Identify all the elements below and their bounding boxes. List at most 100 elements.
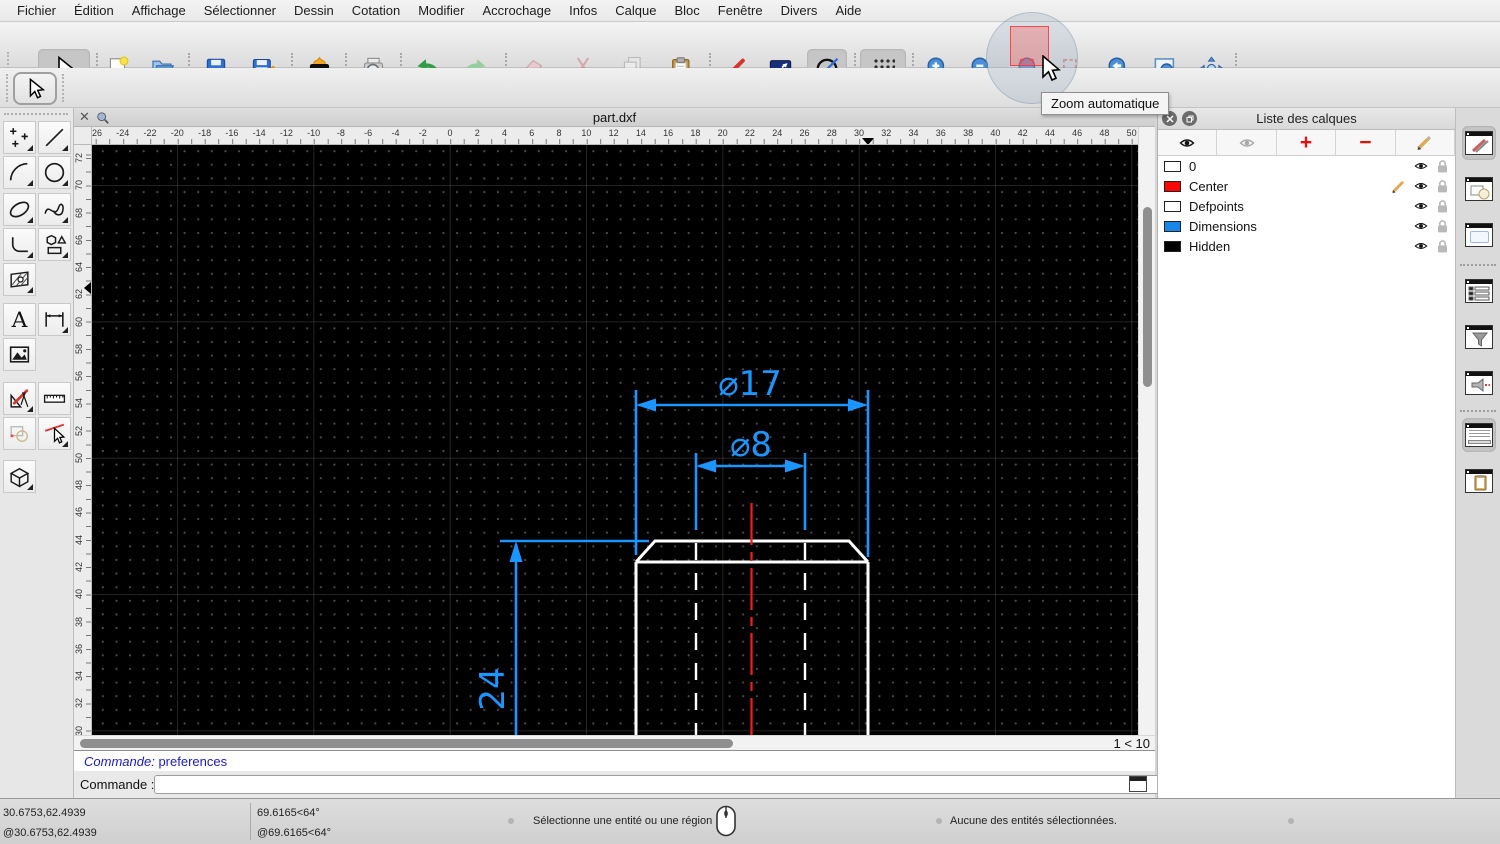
layer-lock-icon[interactable] <box>1436 199 1449 214</box>
layer-visibility-icon[interactable] <box>1413 219 1429 233</box>
dock-filter-icon[interactable] <box>1462 320 1496 354</box>
remove-layer-button[interactable]: − <box>1336 130 1396 155</box>
menu-modifier[interactable]: Modifier <box>409 0 473 22</box>
layer-lock-icon[interactable] <box>1436 239 1449 254</box>
spline-tool-button[interactable] <box>38 193 71 226</box>
h-ruler-number: 24 <box>772 128 783 138</box>
circle-icon <box>44 162 65 183</box>
h-ruler-number: 14 <box>635 128 646 138</box>
h-ruler-number: 40 <box>990 128 1001 138</box>
menu-dessin[interactable]: Dessin <box>285 0 343 22</box>
layer-color-swatch[interactable] <box>1164 160 1181 172</box>
dimension-tool-button[interactable] <box>38 303 71 336</box>
menu-calque[interactable]: Calque <box>606 0 665 22</box>
drawing-canvas[interactable]: ⌀17 ⌀8 24 <box>92 145 1138 735</box>
dock-library-browser-icon[interactable] <box>1462 218 1496 252</box>
layer-row-defpoints[interactable]: Defpoints <box>1158 196 1455 216</box>
h-ruler-number: -20 <box>170 128 184 138</box>
layer-row-0[interactable]: 0 <box>1158 156 1455 176</box>
dock-command-widget-icon[interactable] <box>1462 418 1496 452</box>
dock-separator <box>1460 264 1496 266</box>
layer-visibility-icon[interactable] <box>1413 159 1429 173</box>
add-layer-button[interactable]: + <box>1277 130 1337 155</box>
layer-row-hidden[interactable]: Hidden <box>1158 236 1455 256</box>
abs-polar: 69.6165<64° <box>257 807 320 819</box>
layer-lock-icon[interactable] <box>1436 159 1449 174</box>
cursor-arrow-icon <box>29 77 46 99</box>
layer-lock-icon[interactable] <box>1436 219 1449 234</box>
menu-infos[interactable]: Infos <box>560 0 606 22</box>
vertical-scrollbar-thumb[interactable] <box>1142 207 1152 387</box>
h-ruler-number: 0 <box>447 128 453 138</box>
menu-fichier[interactable]: Fichier <box>8 0 65 22</box>
menu-bloc[interactable]: Bloc <box>665 0 708 22</box>
dock-layer-list-icon[interactable] <box>1462 126 1496 160</box>
dock-pen-palette-icon[interactable] <box>1462 366 1496 400</box>
layer-row-dimensions[interactable]: Dimensions <box>1158 216 1455 236</box>
status-bar: 30.6753,62.4939 @30.6753,62.4939 69.6165… <box>0 798 1500 844</box>
layer-visibility-icon[interactable] <box>1413 179 1429 193</box>
image-tool-button[interactable] <box>3 338 36 371</box>
command-input[interactable] <box>154 775 1198 794</box>
v-ruler-number: 32 <box>74 698 85 709</box>
3d-box-tool-button[interactable] <box>3 460 36 493</box>
menu-selectionner[interactable]: Sélectionner <box>195 0 285 22</box>
horizontal-scrollbar-thumb[interactable] <box>80 739 733 748</box>
layer-visibility-icon[interactable] <box>1413 239 1429 253</box>
line-tool-button[interactable] <box>38 121 71 154</box>
arc-tool-button[interactable] <box>3 156 36 189</box>
layer-visibility-icon[interactable] <box>1413 199 1429 213</box>
polygon-tool-button[interactable] <box>38 228 71 261</box>
circle-tool-button[interactable] <box>38 156 71 189</box>
v-ruler-number: 54 <box>74 398 85 409</box>
menu-accrochage[interactable]: Accrochage <box>473 0 560 22</box>
console-detach-button[interactable] <box>1129 776 1147 792</box>
layer-color-swatch[interactable] <box>1164 220 1181 232</box>
select-entity-tool-button[interactable] <box>38 417 71 450</box>
dock-block-list-icon[interactable] <box>1462 172 1496 206</box>
layer-color-swatch[interactable] <box>1164 240 1181 252</box>
hide-all-layers-button[interactable] <box>1217 130 1277 155</box>
v-ruler-number: 70 <box>74 180 85 191</box>
menu-edition[interactable]: Édition <box>65 0 123 22</box>
zoom-auto-tooltip: Zoom automatique <box>1041 92 1170 115</box>
hatch-icon <box>10 271 29 288</box>
layer-lock-icon[interactable] <box>1436 179 1449 194</box>
menu-divers[interactable]: Divers <box>772 0 827 22</box>
menu-affichage[interactable]: Affichage <box>123 0 195 22</box>
v-ruler-number: 60 <box>74 316 85 327</box>
menu-fenetre[interactable]: Fenêtre <box>709 0 772 22</box>
explode-tool-button[interactable] <box>3 417 36 450</box>
h-ruler-number: 42 <box>1017 128 1028 138</box>
hatch-tool-button[interactable] <box>3 263 36 296</box>
h-ruler-number: 30 <box>854 128 865 138</box>
modify-tool-button[interactable] <box>3 382 36 415</box>
polyline-tool-button[interactable] <box>3 228 36 261</box>
layer-row-center[interactable]: Center <box>1158 176 1455 196</box>
menu-cotation[interactable]: Cotation <box>343 0 409 22</box>
horizontal-ruler: -26-24-22-20-18-16-14-12-10-8-6-4-202468… <box>92 127 1138 145</box>
status-dot <box>508 818 514 824</box>
menu-aide[interactable]: Aide <box>826 0 870 22</box>
text-tool-button[interactable]: A <box>3 303 36 336</box>
edit-layer-button[interactable] <box>1396 130 1456 155</box>
polyline-icon <box>11 237 28 253</box>
show-all-layers-button[interactable] <box>1158 130 1218 155</box>
select-entity-icon <box>44 423 66 444</box>
tab-title[interactable]: part.dxf <box>74 110 1155 125</box>
panel-float-icon[interactable] <box>1182 111 1197 126</box>
status-dot <box>1288 818 1294 824</box>
layer-color-swatch[interactable] <box>1164 200 1181 212</box>
dock-clipboard-icon[interactable] <box>1462 464 1496 498</box>
layer-editing-pencil-icon <box>1391 179 1406 194</box>
vertical-scrollbar[interactable] <box>1139 127 1155 735</box>
layer-color-swatch[interactable] <box>1164 180 1181 192</box>
librecad-window: { "window": { "scale_indicator": "1 < 10… <box>0 0 1500 844</box>
points-tool-button[interactable] <box>3 121 36 154</box>
measure-tool-button[interactable] <box>38 382 71 415</box>
dock-entity-list-icon[interactable] <box>1462 274 1496 308</box>
horizontal-scrollbar[interactable]: 1 < 10 <box>74 735 1155 751</box>
layer-name: Center <box>1189 178 1229 194</box>
pointer-tool-button[interactable] <box>13 72 57 105</box>
ellipse-tool-button[interactable] <box>3 193 36 226</box>
